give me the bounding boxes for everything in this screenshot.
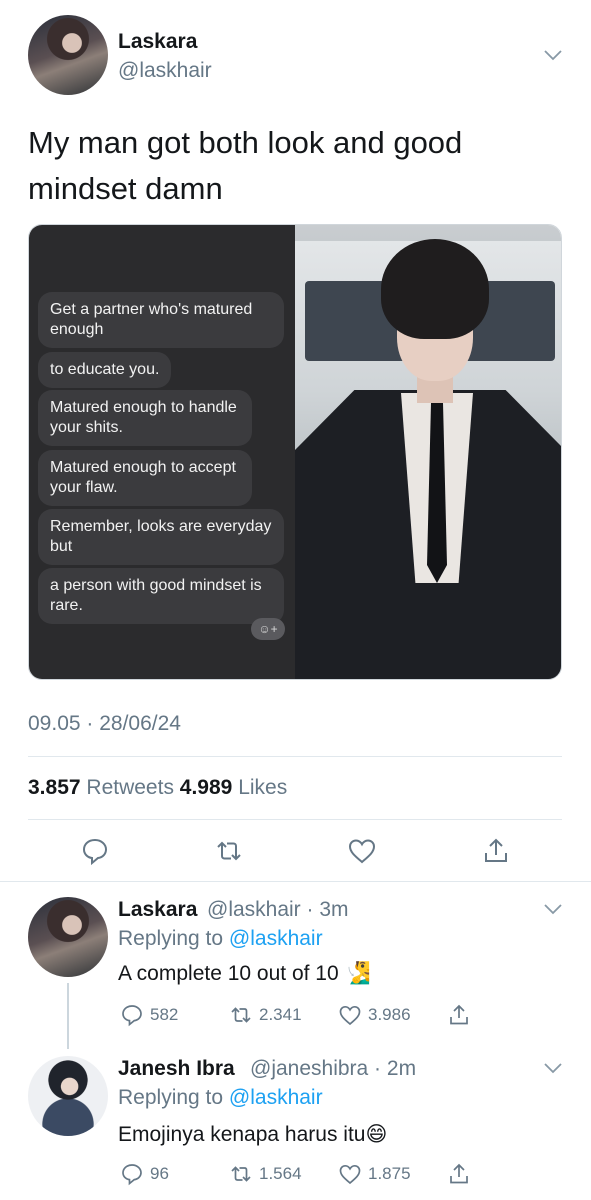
reply-count: 582 — [150, 1005, 179, 1024]
retweet-count: 1.564 — [259, 1164, 302, 1183]
like-action[interactable]: 3.986 — [338, 1003, 411, 1027]
author-avatar[interactable] — [28, 15, 108, 95]
reply-text: A complete 10 out of 10 🧏‍♂️ — [118, 962, 371, 985]
chevron-down-icon[interactable] — [542, 44, 564, 66]
reply-meta: @janeshibra · 2m — [250, 1057, 417, 1080]
retweet-icon[interactable] — [214, 836, 244, 866]
reply-author-name[interactable]: Janesh Ibra — [118, 1057, 235, 1081]
reply-icon — [122, 1005, 142, 1027]
heart-icon — [339, 1164, 361, 1185]
chat-screenshot-image: Get a partner who's matured enough to ed… — [29, 225, 295, 679]
retweet-icon — [231, 1007, 251, 1023]
replying-to-link[interactable]: @laskhair — [229, 927, 323, 950]
thread-connector — [67, 983, 69, 1049]
retweets-label[interactable]: Retweets — [86, 776, 174, 799]
retweet-action[interactable]: 2.341 — [229, 1003, 302, 1027]
reply-author-name[interactable]: Laskara — [118, 898, 197, 922]
retweet-action[interactable]: 1.564 — [229, 1162, 302, 1186]
chat-bubble: Get a partner who's matured enough — [38, 292, 284, 348]
tweet-media[interactable]: Get a partner who's matured enough to ed… — [28, 224, 562, 680]
replying-label: Replying to — [118, 927, 224, 950]
author-name[interactable]: Laskara — [118, 30, 197, 54]
heart-icon[interactable] — [347, 836, 377, 866]
author-handle[interactable]: @laskhair — [118, 59, 212, 83]
chevron-down-icon[interactable] — [542, 1057, 564, 1079]
replying-to: Replying to @laskhair — [118, 1086, 323, 1110]
share-icon — [450, 1004, 468, 1025]
share-action[interactable] — [447, 1003, 477, 1027]
reply-handle[interactable]: @janeshibra — [250, 1057, 368, 1080]
retweets-count[interactable]: 3.857 — [28, 776, 81, 799]
share-icon[interactable] — [481, 836, 511, 866]
divider — [28, 819, 562, 820]
chat-bubble: to educate you. — [38, 352, 172, 388]
reply-count: 96 — [150, 1164, 169, 1183]
like-count: 3.986 — [368, 1005, 411, 1024]
retweet-icon — [231, 1166, 251, 1182]
reply-action[interactable]: 96 — [120, 1162, 169, 1186]
share-icon — [450, 1163, 468, 1184]
chat-bubble: Matured enough to accept your flaw. — [38, 450, 252, 506]
reply-icon[interactable] — [80, 836, 110, 866]
like-action[interactable]: 1.875 — [338, 1162, 411, 1186]
replying-label: Replying to — [118, 1086, 224, 1109]
chevron-down-icon[interactable] — [542, 898, 564, 920]
reply-handle[interactable]: @laskhair — [207, 898, 301, 921]
replying-to: Replying to @laskhair — [118, 927, 323, 951]
reply-text: Emojinya kenapa harus itu😄 — [118, 1123, 388, 1146]
divider — [0, 881, 591, 882]
chat-bubble: a person with good mindset is rare. — [38, 568, 284, 624]
reply-time[interactable]: 3m — [319, 898, 348, 921]
likes-label[interactable]: Likes — [238, 776, 287, 799]
reply-avatar[interactable] — [28, 897, 108, 977]
likes-count[interactable]: 4.989 — [180, 776, 233, 799]
emoji-reaction-icon: ☺+ — [251, 618, 285, 640]
reply-time[interactable]: 2m — [387, 1057, 416, 1080]
like-count: 1.875 — [368, 1164, 411, 1183]
share-action[interactable] — [447, 1162, 477, 1186]
reply-avatar[interactable] — [28, 1056, 108, 1136]
reply-meta: @laskhair · 3m — [207, 898, 349, 921]
reply-icon — [122, 1164, 142, 1186]
tweet-stats[interactable]: 3.857 Retweets 4.989 Likes — [28, 776, 287, 800]
reply-action[interactable]: 582 — [120, 1003, 178, 1027]
chat-bubble: Matured enough to handle your shits. — [38, 390, 252, 446]
divider — [28, 756, 562, 757]
tweet-text: My man got both look and good mindset da… — [28, 125, 463, 206]
portrait-photo — [295, 225, 561, 679]
heart-icon — [339, 1005, 361, 1026]
retweet-count: 2.341 — [259, 1005, 302, 1024]
replying-to-link[interactable]: @laskhair — [229, 1086, 323, 1109]
chat-bubble: Remember, looks are everyday but — [38, 509, 284, 565]
tweet-timestamp[interactable]: 09.05 · 28/06/24 — [28, 712, 181, 736]
